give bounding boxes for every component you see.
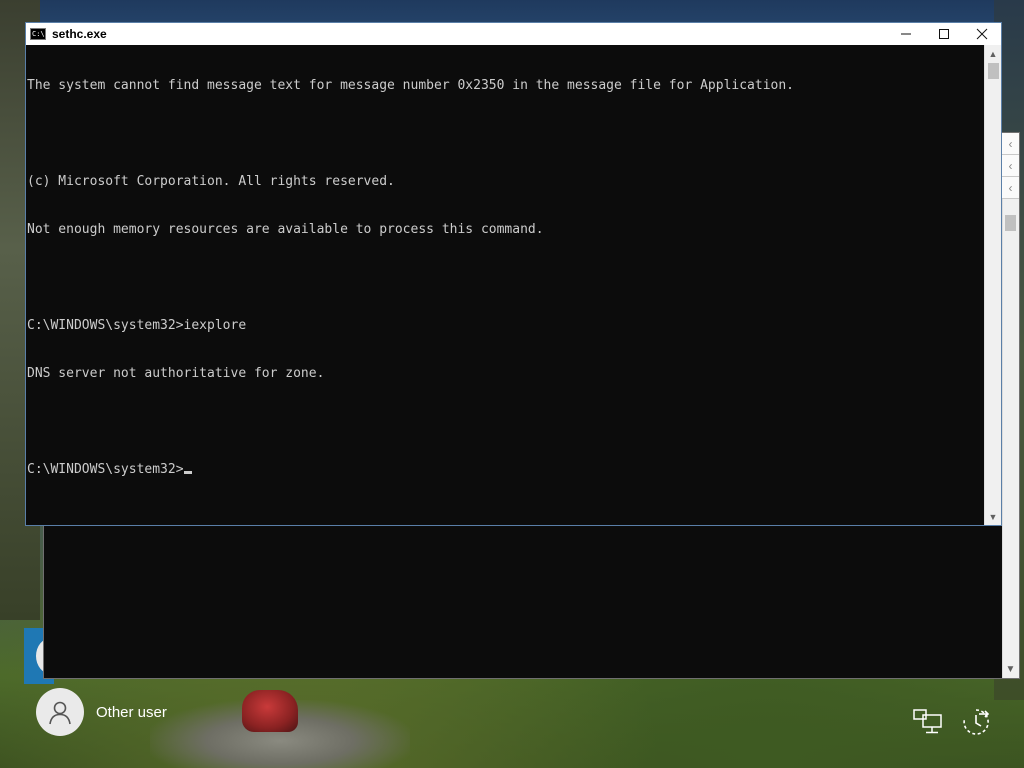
command-prompt: C:\WINDOWS\system32>: [27, 462, 184, 477]
window-controls: [887, 23, 1001, 45]
network-icon: [913, 709, 942, 734]
command-prompt-line[interactable]: C:\WINDOWS\system32>: [27, 462, 986, 478]
scroll-thumb[interactable]: [988, 63, 999, 79]
vertical-scrollbar[interactable]: ▲ ▼: [984, 45, 1001, 525]
console-line: DNS server not authoritative for zone.: [27, 366, 325, 381]
scroll-down-icon[interactable]: ▼: [985, 508, 1001, 525]
console-line: (c) Microsoft Corporation. All rights re…: [27, 174, 395, 189]
title-bar[interactable]: C:\ sethc.exe: [26, 23, 1001, 45]
user-icon: [49, 701, 71, 725]
console-output[interactable]: The system cannot find message text for …: [26, 45, 986, 525]
console-line: Not enough memory resources are availabl…: [27, 222, 544, 237]
scroll-up-icon[interactable]: ▲: [985, 45, 1001, 62]
console-line: C:\WINDOWS\system32>iexplore: [27, 318, 247, 333]
window-title: sethc.exe: [52, 27, 107, 41]
accessibility-icon: [963, 709, 990, 735]
accessibility-button[interactable]: [960, 706, 992, 738]
user-switch[interactable]: Other user: [36, 688, 167, 736]
background-scroll-thumb[interactable]: [1005, 215, 1016, 231]
text-cursor: [183, 471, 192, 474]
wallpaper-backpack: [242, 690, 298, 732]
minimize-button[interactable]: [887, 23, 925, 45]
console-window[interactable]: C:\ sethc.exe The system cannot find mes…: [25, 22, 1002, 526]
network-button[interactable]: [912, 706, 944, 738]
minimize-icon: [901, 33, 911, 35]
chevron-down-icon[interactable]: ▼: [1002, 661, 1019, 678]
close-button[interactable]: [963, 23, 1001, 45]
avatar[interactable]: [36, 688, 84, 736]
chevron-left-icon[interactable]: ‹: [1002, 133, 1019, 155]
console-app-icon: C:\: [30, 28, 46, 40]
close-icon: [976, 28, 988, 40]
maximize-button[interactable]: [925, 23, 963, 45]
chevron-left-icon[interactable]: ‹: [1002, 177, 1019, 199]
maximize-icon: [939, 29, 949, 39]
user-name[interactable]: Other user: [96, 704, 167, 721]
console-line: The system cannot find message text for …: [27, 78, 795, 93]
chevron-left-icon[interactable]: ‹: [1002, 155, 1019, 177]
